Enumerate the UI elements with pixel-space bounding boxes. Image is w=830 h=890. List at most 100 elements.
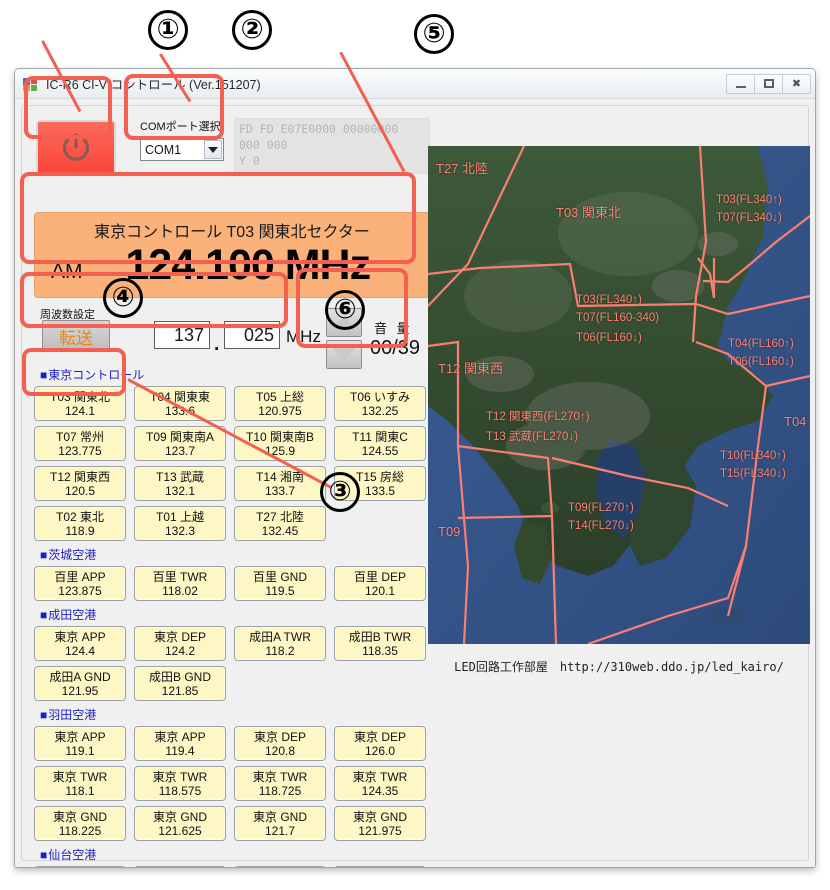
group-heading: ■成田空港	[40, 606, 426, 623]
bullet-square-icon: ■	[40, 708, 48, 722]
title-bar: IC-R6 CI-V コントロール (Ver.151207) ✖	[15, 69, 815, 99]
channel-frequency: 118.35	[362, 643, 398, 658]
channel-button[interactable]: 東京 TWR 118.725	[234, 766, 326, 801]
channel-button[interactable]: T13 武蔵 132.1	[134, 466, 226, 501]
channel-name: 東京 GND	[252, 809, 307, 824]
map-sector-label: T14(FL270↓)	[568, 520, 634, 532]
channel-frequency: 123.875	[58, 583, 102, 598]
com-port-select[interactable]: COM1	[140, 138, 224, 161]
group-heading-label: 羽田空港	[48, 708, 97, 722]
channel-name: 東京 DEP	[153, 629, 206, 644]
chevron-down-icon[interactable]	[204, 140, 222, 159]
map-caption: LED回路工作部屋 http://310web.ddo.jp/led_kairo…	[454, 660, 784, 674]
close-button[interactable]: ✖	[782, 73, 811, 94]
channel-frequency: 118.575	[158, 783, 202, 798]
channel-button[interactable]: 東京 DEP 124.2	[134, 626, 226, 661]
group-heading-label: 茨城空港	[48, 548, 97, 562]
channel-name: 東京 DEP	[353, 729, 406, 744]
channel-button[interactable]: T05 上総 120.975	[234, 386, 326, 421]
channel-frequency: 120.8	[264, 743, 296, 758]
channel-button[interactable]: 東京 TWR 118.1	[34, 766, 126, 801]
channel-frequency: 132.3	[164, 523, 196, 538]
channel-button[interactable]: 東京 APP 119.1	[34, 726, 126, 761]
channel-button[interactable]: 仙台 DEP120.0	[234, 866, 326, 867]
channel-name: T14 湘南	[255, 469, 304, 484]
channel-button[interactable]: 成田A GND 121.95	[34, 666, 126, 701]
channel-button[interactable]: 東京 GND 121.625	[134, 806, 226, 841]
send-button[interactable]: 転送	[42, 320, 110, 352]
map-sector-label: T03 関東北	[556, 205, 622, 220]
channel-name: T11 関東C	[352, 429, 408, 444]
annotation-marker: ①	[148, 10, 188, 50]
channel-name: 東京 GND	[352, 809, 407, 824]
channel-button[interactable]: 東京 GND 121.975	[334, 806, 426, 841]
channel-button[interactable]: 成田B GND 121.85	[134, 666, 226, 701]
channel-button[interactable]: T03 関東北 124.1	[34, 386, 126, 421]
map-sector-label: T10(FL340↑)	[720, 450, 786, 462]
channel-button[interactable]: 東京 DEP 126.0	[334, 726, 426, 761]
channel-button[interactable]: T09 関東南A 123.7	[134, 426, 226, 461]
channel-button[interactable]: 東京 GND 118.225	[34, 806, 126, 841]
channel-name: 成田B TWR	[348, 629, 412, 644]
channel-frequency: 119.4	[165, 743, 195, 758]
frequency-decimal-input[interactable]: 025	[224, 321, 280, 349]
channel-button[interactable]: T12 関東西 120.5	[34, 466, 126, 501]
channel-frequency: 124.35	[361, 783, 399, 798]
channel-name: 東京 GND	[52, 809, 107, 824]
channel-name: T03 関東北	[49, 389, 110, 404]
channel-button-row: 東京 GND 118.225 東京 GND 121.625 東京 GND 121.7 東京 …	[34, 806, 426, 841]
channel-button[interactable]: 東京 APP 119.4	[134, 726, 226, 761]
channel-button[interactable]: 仙台 TCA121.025	[334, 866, 426, 867]
channel-button[interactable]: 百里 TWR 118.02	[134, 566, 226, 601]
frequency-integer-input[interactable]: 137	[154, 321, 210, 349]
channel-button[interactable]: T27 北陸 132.45	[234, 506, 326, 541]
channel-button[interactable]: 東京 GND 121.7	[234, 806, 326, 841]
volume-label: 音 量	[374, 321, 413, 336]
channel-name: T05 上総	[255, 389, 304, 404]
channel-button[interactable]: T01 上越 132.3	[134, 506, 226, 541]
channel-name: 東京 TWR	[52, 769, 108, 784]
frequency-unit-label: MHz	[286, 327, 321, 346]
channel-button[interactable]: T14 湘南 133.7	[234, 466, 326, 501]
annotation-marker: ⑥	[325, 290, 365, 330]
group-heading: ■茨城空港	[40, 546, 426, 563]
bullet-square-icon: ■	[40, 548, 48, 562]
com-port-group: COMポート選択 COM1	[140, 118, 226, 161]
window-client-area: COMポート選択 COM1 FD FD E07E0000 00000000 00…	[15, 99, 815, 867]
modulation-mode: AM	[51, 260, 83, 283]
channel-button[interactable]: T11 関東C 124.55	[334, 426, 426, 461]
channel-button[interactable]: 仙台 TWR118.7	[134, 866, 226, 867]
channel-button[interactable]: 東京 APP 124.4	[34, 626, 126, 661]
channel-button[interactable]: T02 東北 118.9	[34, 506, 126, 541]
power-icon	[59, 131, 93, 165]
channel-frequency: 126.0	[364, 743, 396, 758]
channel-button[interactable]: 成田B TWR 118.35	[334, 626, 426, 661]
bullet-square-icon: ■	[40, 848, 48, 862]
channel-button[interactable]: 百里 DEP 120.1	[334, 566, 426, 601]
channel-frequency: 133.5	[364, 483, 396, 498]
channel-button-row: 百里 APP 123.875 百里 TWR 118.02 百里 GND 119.5 百里 D…	[34, 566, 426, 601]
screenshot-root: IC-R6 CI-V コントロール (Ver.151207) ✖ COMポート選…	[0, 0, 830, 890]
channel-button[interactable]: 東京 TWR 118.575	[134, 766, 226, 801]
channel-name: T06 いすみ	[349, 389, 410, 404]
triangle-down-icon	[333, 348, 355, 361]
channel-button[interactable]: 成田A TWR 118.2	[234, 626, 326, 661]
channel-button[interactable]: 百里 GND 119.5	[234, 566, 326, 601]
map-sector-label: T06(FL160↓)	[728, 356, 794, 368]
channel-frequency: 121.85	[161, 683, 199, 698]
com-port-value: COM1	[145, 142, 182, 157]
group-heading: ■仙台空港	[40, 846, 426, 863]
power-button[interactable]	[36, 120, 116, 175]
channel-frequency: 120.1	[364, 583, 396, 598]
channel-button[interactable]: 東京 DEP 120.8	[234, 726, 326, 761]
channel-frequency: 124.2	[164, 643, 196, 658]
channel-button[interactable]: 東京 TWR 124.35	[334, 766, 426, 801]
channel-button[interactable]: 百里 APP 123.875	[34, 566, 126, 601]
channel-button[interactable]: 仙台 APP120.4	[34, 866, 126, 867]
channel-button[interactable]: T06 いすみ 132.25	[334, 386, 426, 421]
channel-button[interactable]: T07 常州 123.775	[34, 426, 126, 461]
minimize-button[interactable]	[726, 73, 755, 94]
channel-name: T13 武蔵	[155, 469, 204, 484]
maximize-button[interactable]	[754, 73, 783, 94]
channel-button-row: 東京 APP 124.4 東京 DEP 124.2 成田A TWR 118.2 成田B TW…	[34, 626, 426, 661]
